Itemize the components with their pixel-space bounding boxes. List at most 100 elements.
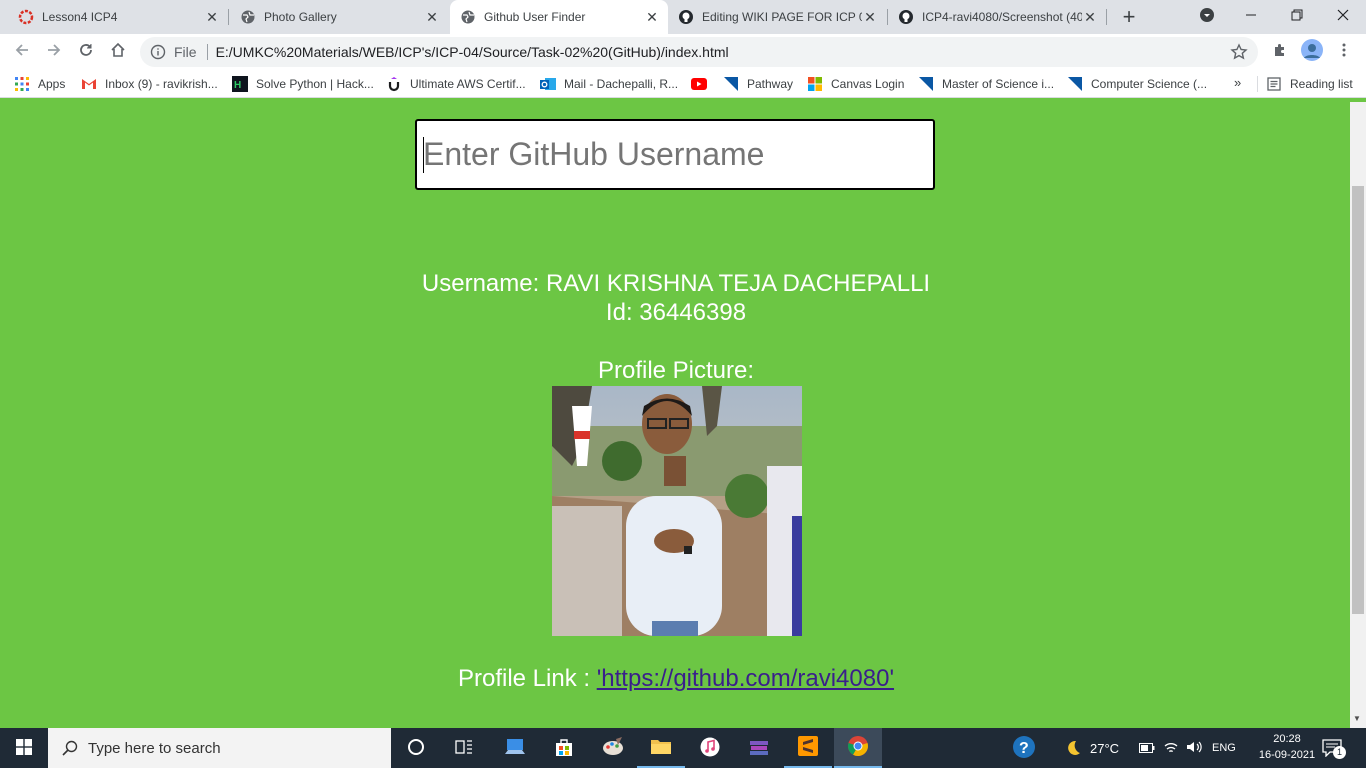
taskbar-search-box[interactable]: Type here to search <box>48 728 391 768</box>
books-stack-icon <box>748 738 770 759</box>
url-text[interactable]: E:/UMKC%20Materials/WEB/ICP's/ICP-04/Sou… <box>216 44 729 60</box>
bookmark-pathway[interactable]: Pathway <box>723 75 793 93</box>
profile-button[interactable] <box>1298 38 1326 66</box>
bookmarks-overflow-button[interactable]: » <box>1234 75 1241 90</box>
bookmark-label: Inbox (9) - ravikrish... <box>105 77 218 91</box>
bookmark-gmail[interactable]: Inbox (9) - ravikrish... <box>81 75 218 93</box>
notification-center-button[interactable]: 1 <box>1322 728 1346 768</box>
taskbar-app-file-explorer[interactable] <box>637 728 685 768</box>
menu-button[interactable] <box>1330 38 1358 66</box>
umkc-ring-icon <box>18 9 34 25</box>
restore-icon <box>1291 8 1303 24</box>
profile-link-line: Profile Link : 'https://github.com/ravi4… <box>0 665 1352 693</box>
taskbar-app-paint[interactable] <box>589 728 637 768</box>
bookmark-computer-science[interactable]: Computer Science (... <box>1067 75 1207 93</box>
star-icon[interactable] <box>1230 43 1248 61</box>
arrow-right-icon <box>46 42 62 63</box>
taskbar-app-itunes[interactable] <box>686 728 734 768</box>
store-bag-icon <box>554 737 574 760</box>
bookmark-label: Computer Science (... <box>1091 77 1208 91</box>
profile-link[interactable]: 'https://github.com/ravi4080' <box>597 665 894 692</box>
apps-grid-icon <box>14 76 30 92</box>
github-username-input[interactable] <box>415 119 935 190</box>
reading-list-label: Reading list <box>1290 77 1353 91</box>
battery-tray[interactable] <box>1139 728 1155 768</box>
task-view-button[interactable] <box>440 728 488 768</box>
music-note-icon <box>700 737 720 760</box>
taskbar-search-placeholder: Type here to search <box>88 739 221 757</box>
taskbar-clock[interactable]: 20:28 16-09-2021 <box>1252 731 1322 763</box>
chrome-icon <box>847 735 869 760</box>
close-icon[interactable]: ✕ <box>644 9 660 25</box>
tab-search-button[interactable] <box>1184 0 1230 32</box>
reload-button[interactable] <box>72 38 100 66</box>
close-icon[interactable]: ✕ <box>862 9 878 25</box>
tab-strip: Lesson4 ICP4 ✕ Photo Gallery ✕ Github Us… <box>0 0 1366 34</box>
reading-list-button[interactable]: Reading list <box>1266 75 1353 93</box>
wifi-tray[interactable] <box>1163 728 1179 768</box>
user-id-text: Id: 36446398 <box>605 299 747 326</box>
bookmark-outlook[interactable]: Mail - Dachepalli, R... <box>540 75 678 93</box>
taskbar-app-store[interactable] <box>540 728 588 768</box>
windows-taskbar: Type here to search ? 27°C ENG 20:28 16-… <box>0 728 1366 768</box>
outlook-icon <box>540 76 556 92</box>
home-button[interactable] <box>104 38 132 66</box>
help-circle-icon: ? <box>1012 735 1036 762</box>
tab-lesson4[interactable]: Lesson4 ICP4 ✕ <box>0 0 228 34</box>
tab-github-user-finder[interactable]: Github User Finder ✕ <box>450 0 668 34</box>
moon-icon <box>1064 739 1082 757</box>
minimize-button[interactable] <box>1228 0 1274 32</box>
close-window-button[interactable] <box>1320 0 1366 32</box>
bookmark-hackerrank[interactable]: H Solve Python | Hack... <box>232 75 374 93</box>
tab-photo-gallery[interactable]: Photo Gallery ✕ <box>222 0 448 34</box>
sublime-text-icon <box>798 735 818 759</box>
volume-tray[interactable] <box>1186 728 1204 768</box>
bookmark-udemy[interactable]: Ultimate AWS Certif... <box>386 75 526 93</box>
profile-picture <box>552 386 802 636</box>
weather-tray[interactable]: 27°C <box>1064 728 1119 768</box>
globe-icon <box>460 9 476 25</box>
github-icon <box>898 9 914 25</box>
close-icon[interactable]: ✕ <box>424 9 440 25</box>
profile-link-label: Profile Link : <box>457 665 597 692</box>
address-bar[interactable]: File E:/UMKC%20Materials/WEB/ICP's/ICP-0… <box>140 37 1258 67</box>
restore-button[interactable] <box>1274 0 1320 32</box>
hackerrank-icon: H <box>232 76 248 92</box>
tab-icp4-screenshot[interactable]: ICP4-ravi4080/Screenshot (40 ✕ <box>888 0 1106 34</box>
page-content: Username: RAVI KRISHNA TEJA DACHEPALLI I… <box>0 102 1350 728</box>
chevron-down-icon <box>1199 7 1215 26</box>
notification-icon: 1 <box>1322 739 1346 759</box>
language-indicator[interactable]: ENG <box>1212 728 1236 768</box>
scroll-down-icon[interactable]: ▼ <box>1353 714 1361 723</box>
taskbar-app-pc[interactable] <box>491 728 539 768</box>
bookmark-master-of-science[interactable]: Master of Science i... <box>918 75 1054 93</box>
start-button[interactable] <box>0 728 48 768</box>
bookmark-youtube[interactable] <box>691 75 715 93</box>
extensions-button[interactable] <box>1266 38 1294 66</box>
taskbar-app-sublime[interactable] <box>784 728 832 768</box>
scheme-label: File <box>174 44 197 60</box>
help-tray[interactable]: ? <box>1012 728 1036 768</box>
scroll-thumb[interactable] <box>1352 186 1364 614</box>
bookmarks-bar: Apps Inbox (9) - ravikrish... H Solve Py… <box>0 70 1366 98</box>
back-button[interactable] <box>8 38 36 66</box>
udemy-icon <box>386 76 402 92</box>
page-scrollbar[interactable]: ▼ <box>1350 102 1366 728</box>
task-view-icon <box>455 739 473 758</box>
new-tab-button[interactable]: + <box>1116 4 1142 30</box>
bookmark-canvas-login[interactable]: Canvas Login <box>807 75 904 93</box>
text-caret <box>423 137 424 173</box>
taskbar-app-winrar[interactable] <box>735 728 783 768</box>
forward-button[interactable] <box>40 38 68 66</box>
youtube-icon <box>691 76 707 92</box>
taskbar-app-chrome[interactable] <box>834 728 882 768</box>
cortana-button[interactable] <box>392 728 440 768</box>
tab-editing-wiki[interactable]: Editing WIKI PAGE FOR ICP 04 ✕ <box>668 0 886 34</box>
close-icon[interactable]: ✕ <box>204 9 220 25</box>
close-icon[interactable]: ✕ <box>1082 9 1098 25</box>
tab-title: Github User Finder <box>484 10 586 24</box>
umkc-icon <box>723 76 739 92</box>
info-icon[interactable] <box>150 44 166 60</box>
tab-title: Editing WIKI PAGE FOR ICP 04 <box>702 10 862 24</box>
bookmark-apps[interactable]: Apps <box>14 75 65 93</box>
